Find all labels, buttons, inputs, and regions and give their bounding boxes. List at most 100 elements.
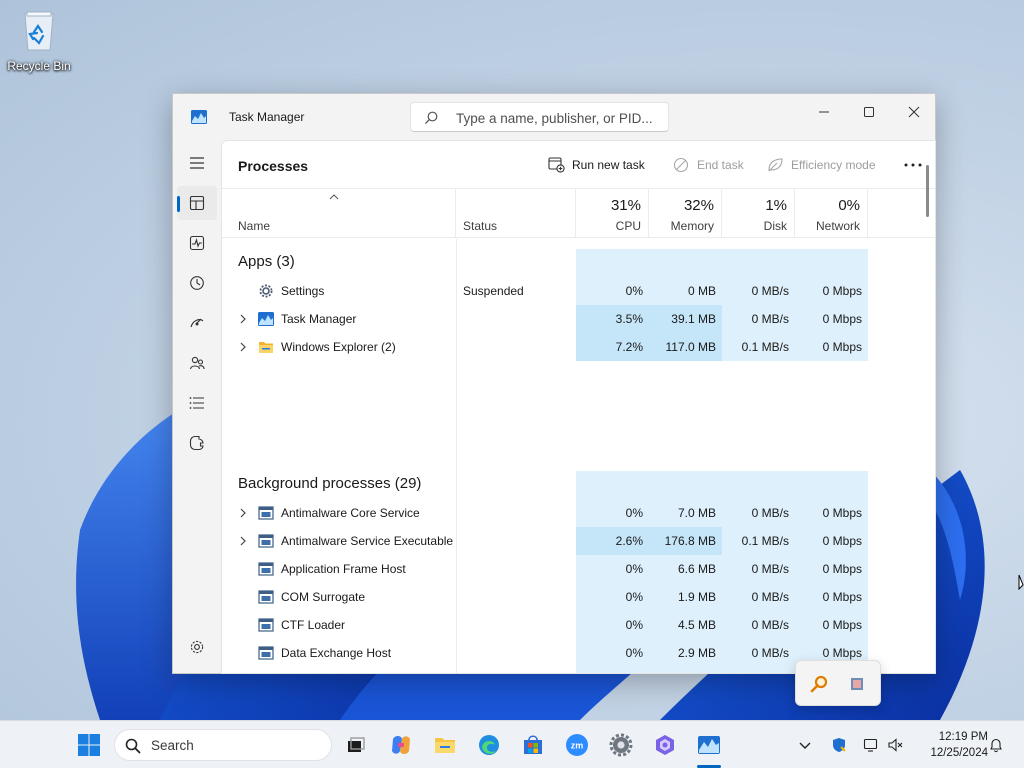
column-header-memory[interactable]: 32% Memory bbox=[649, 189, 722, 238]
bell-icon bbox=[990, 738, 1002, 753]
start-button[interactable] bbox=[73, 729, 105, 761]
process-disk: 0 MB/s bbox=[722, 639, 795, 667]
process-memory: 6.6 MB bbox=[649, 555, 722, 583]
process-name: Data Exchange Host bbox=[281, 646, 392, 660]
microsoft-store-button[interactable] bbox=[517, 729, 549, 761]
run-new-task-label: Run new task bbox=[572, 158, 645, 172]
settings-icon bbox=[609, 733, 633, 757]
system-clock[interactable]: 12:19 PM 12/25/2024 bbox=[914, 729, 988, 761]
edge-button[interactable] bbox=[473, 729, 505, 761]
command-bar: Processes Run new task End task Efficien… bbox=[222, 141, 935, 189]
mouse-cursor-icon bbox=[1018, 574, 1024, 590]
vertical-scrollbar[interactable] bbox=[924, 149, 932, 569]
users-icon bbox=[189, 356, 205, 370]
nav-startup-apps[interactable] bbox=[177, 306, 217, 340]
close-button[interactable] bbox=[891, 98, 937, 126]
column-header-disk[interactable]: 1% Disk bbox=[722, 189, 795, 238]
process-row[interactable]: Windows Explorer (2) 7.2% 117.0 MB 0.1 MB/s… bbox=[222, 333, 868, 361]
service-window-icon bbox=[258, 618, 274, 632]
maximize-button[interactable] bbox=[846, 98, 892, 126]
process-name: Settings bbox=[281, 284, 325, 298]
windows-security-tray[interactable] bbox=[829, 735, 849, 755]
everything-search-icon[interactable] bbox=[810, 675, 828, 693]
nav-settings[interactable] bbox=[177, 630, 217, 664]
settings-button[interactable] bbox=[605, 729, 637, 761]
zoom-button[interactable]: zm bbox=[561, 729, 593, 761]
process-name: Antimalware Service Executable bbox=[281, 534, 454, 548]
group-header-background[interactable]: Background processes (29) bbox=[238, 475, 421, 492]
process-list: Apps (3) Background processes (29) Setti… bbox=[222, 239, 922, 673]
show-hidden-icons-button[interactable] bbox=[795, 735, 815, 755]
title-bar[interactable]: Task Manager bbox=[173, 94, 935, 140]
volume-tray[interactable] bbox=[885, 735, 905, 755]
minimize-button[interactable] bbox=[801, 98, 847, 126]
process-row[interactable]: Everything0%18.3 MB0 MB/s0 Mbps bbox=[222, 667, 868, 673]
teams-button[interactable] bbox=[649, 729, 681, 761]
hamburger-menu-button[interactable] bbox=[177, 146, 217, 180]
process-disk: 0.1 MB/s bbox=[722, 333, 795, 361]
nav-users[interactable] bbox=[177, 346, 217, 380]
chevron-right-icon[interactable] bbox=[239, 314, 247, 324]
task-view-button[interactable] bbox=[340, 729, 372, 761]
group-heat-fill bbox=[576, 471, 868, 499]
start-icon bbox=[78, 734, 100, 756]
notifications-button[interactable] bbox=[986, 735, 1006, 755]
network-tray[interactable] bbox=[861, 735, 881, 755]
chevron-right-icon[interactable] bbox=[239, 342, 247, 352]
group-header-apps[interactable]: Apps (3) bbox=[238, 253, 295, 270]
process-row[interactable]: COM Surrogate 0% 1.9 MB 0 MB/s 0 Mbps bbox=[222, 583, 868, 611]
close-icon bbox=[908, 106, 920, 118]
process-row[interactable]: Antimalware Core Service 0% 7.0 MB 0 MB/s 0 … bbox=[222, 499, 868, 527]
process-row[interactable]: Data Exchange Host 0% 2.9 MB 0 MB/s 0 Mbps bbox=[222, 639, 868, 667]
task-manager-taskbar-button[interactable] bbox=[693, 729, 725, 761]
process-search-input[interactable] bbox=[456, 108, 661, 128]
nav-app-history[interactable] bbox=[177, 266, 217, 300]
column-headers: Name Status 31% CPU 32% Memory 1% Disk 0… bbox=[222, 189, 935, 238]
column-cpu-label: CPU bbox=[615, 219, 641, 233]
recycle-bin-icon bbox=[24, 11, 54, 51]
column-header-cpu[interactable]: 31% CPU bbox=[576, 189, 649, 238]
process-cpu: 0% bbox=[576, 667, 649, 673]
process-disk: 0 MB/s bbox=[722, 499, 795, 527]
search-icon bbox=[425, 111, 438, 124]
process-cpu: 0% bbox=[576, 555, 649, 583]
process-name: Task Manager bbox=[281, 312, 357, 326]
recycle-bin-desktop-icon[interactable]: Recycle Bin bbox=[6, 8, 72, 73]
process-row[interactable]: Application Frame Host 0% 6.6 MB 0 MB/s 0 Mb… bbox=[222, 555, 868, 583]
process-row[interactable]: Antimalware Service Executable 2.6% 176.8 … bbox=[222, 527, 868, 555]
nav-processes[interactable] bbox=[177, 186, 217, 220]
nav-details[interactable] bbox=[177, 386, 217, 420]
process-memory: 176.8 MB bbox=[649, 527, 722, 555]
chevron-right-icon[interactable] bbox=[239, 508, 247, 518]
process-network: 0 Mbps bbox=[795, 527, 868, 555]
process-network: 0 Mbps bbox=[795, 333, 868, 361]
nav-services[interactable] bbox=[177, 426, 217, 460]
zoom-icon: zm bbox=[566, 734, 588, 756]
process-memory: 39.1 MB bbox=[649, 305, 722, 333]
process-memory: 0 MB bbox=[649, 277, 722, 305]
more-options-icon[interactable] bbox=[902, 158, 924, 172]
service-window-icon bbox=[258, 506, 274, 520]
process-memory: 7.0 MB bbox=[649, 499, 722, 527]
scrollbar-thumb[interactable] bbox=[926, 165, 929, 217]
process-disk: 0 MB/s bbox=[722, 305, 795, 333]
process-search-box[interactable] bbox=[410, 102, 669, 132]
taskbar-search[interactable]: Search bbox=[114, 729, 332, 761]
column-header-network[interactable]: 0% Network bbox=[795, 189, 868, 238]
processes-icon bbox=[189, 195, 205, 211]
column-header-status[interactable]: Status bbox=[456, 189, 576, 238]
end-task-label: End task bbox=[697, 158, 744, 172]
process-row[interactable]: Task Manager 3.5% 39.1 MB 0 MB/s 0 Mbps bbox=[222, 305, 868, 333]
file-explorer-button[interactable] bbox=[429, 729, 461, 761]
process-row[interactable]: CTF Loader 0% 4.5 MB 0 MB/s 0 Mbps bbox=[222, 611, 868, 639]
app-tray-icon[interactable] bbox=[848, 675, 866, 693]
nav-performance[interactable] bbox=[177, 226, 217, 260]
chevron-right-icon[interactable] bbox=[239, 536, 247, 546]
copilot-button[interactable] bbox=[385, 729, 417, 761]
process-memory: 117.0 MB bbox=[649, 333, 722, 361]
store-icon bbox=[524, 735, 542, 754]
svg-text:zm: zm bbox=[571, 741, 584, 751]
process-row[interactable]: Settings Suspended 0% 0 MB 0 MB/s 0 Mbps bbox=[222, 277, 868, 305]
startup-apps-icon bbox=[190, 318, 204, 328]
column-header-name[interactable]: Name bbox=[222, 189, 456, 238]
